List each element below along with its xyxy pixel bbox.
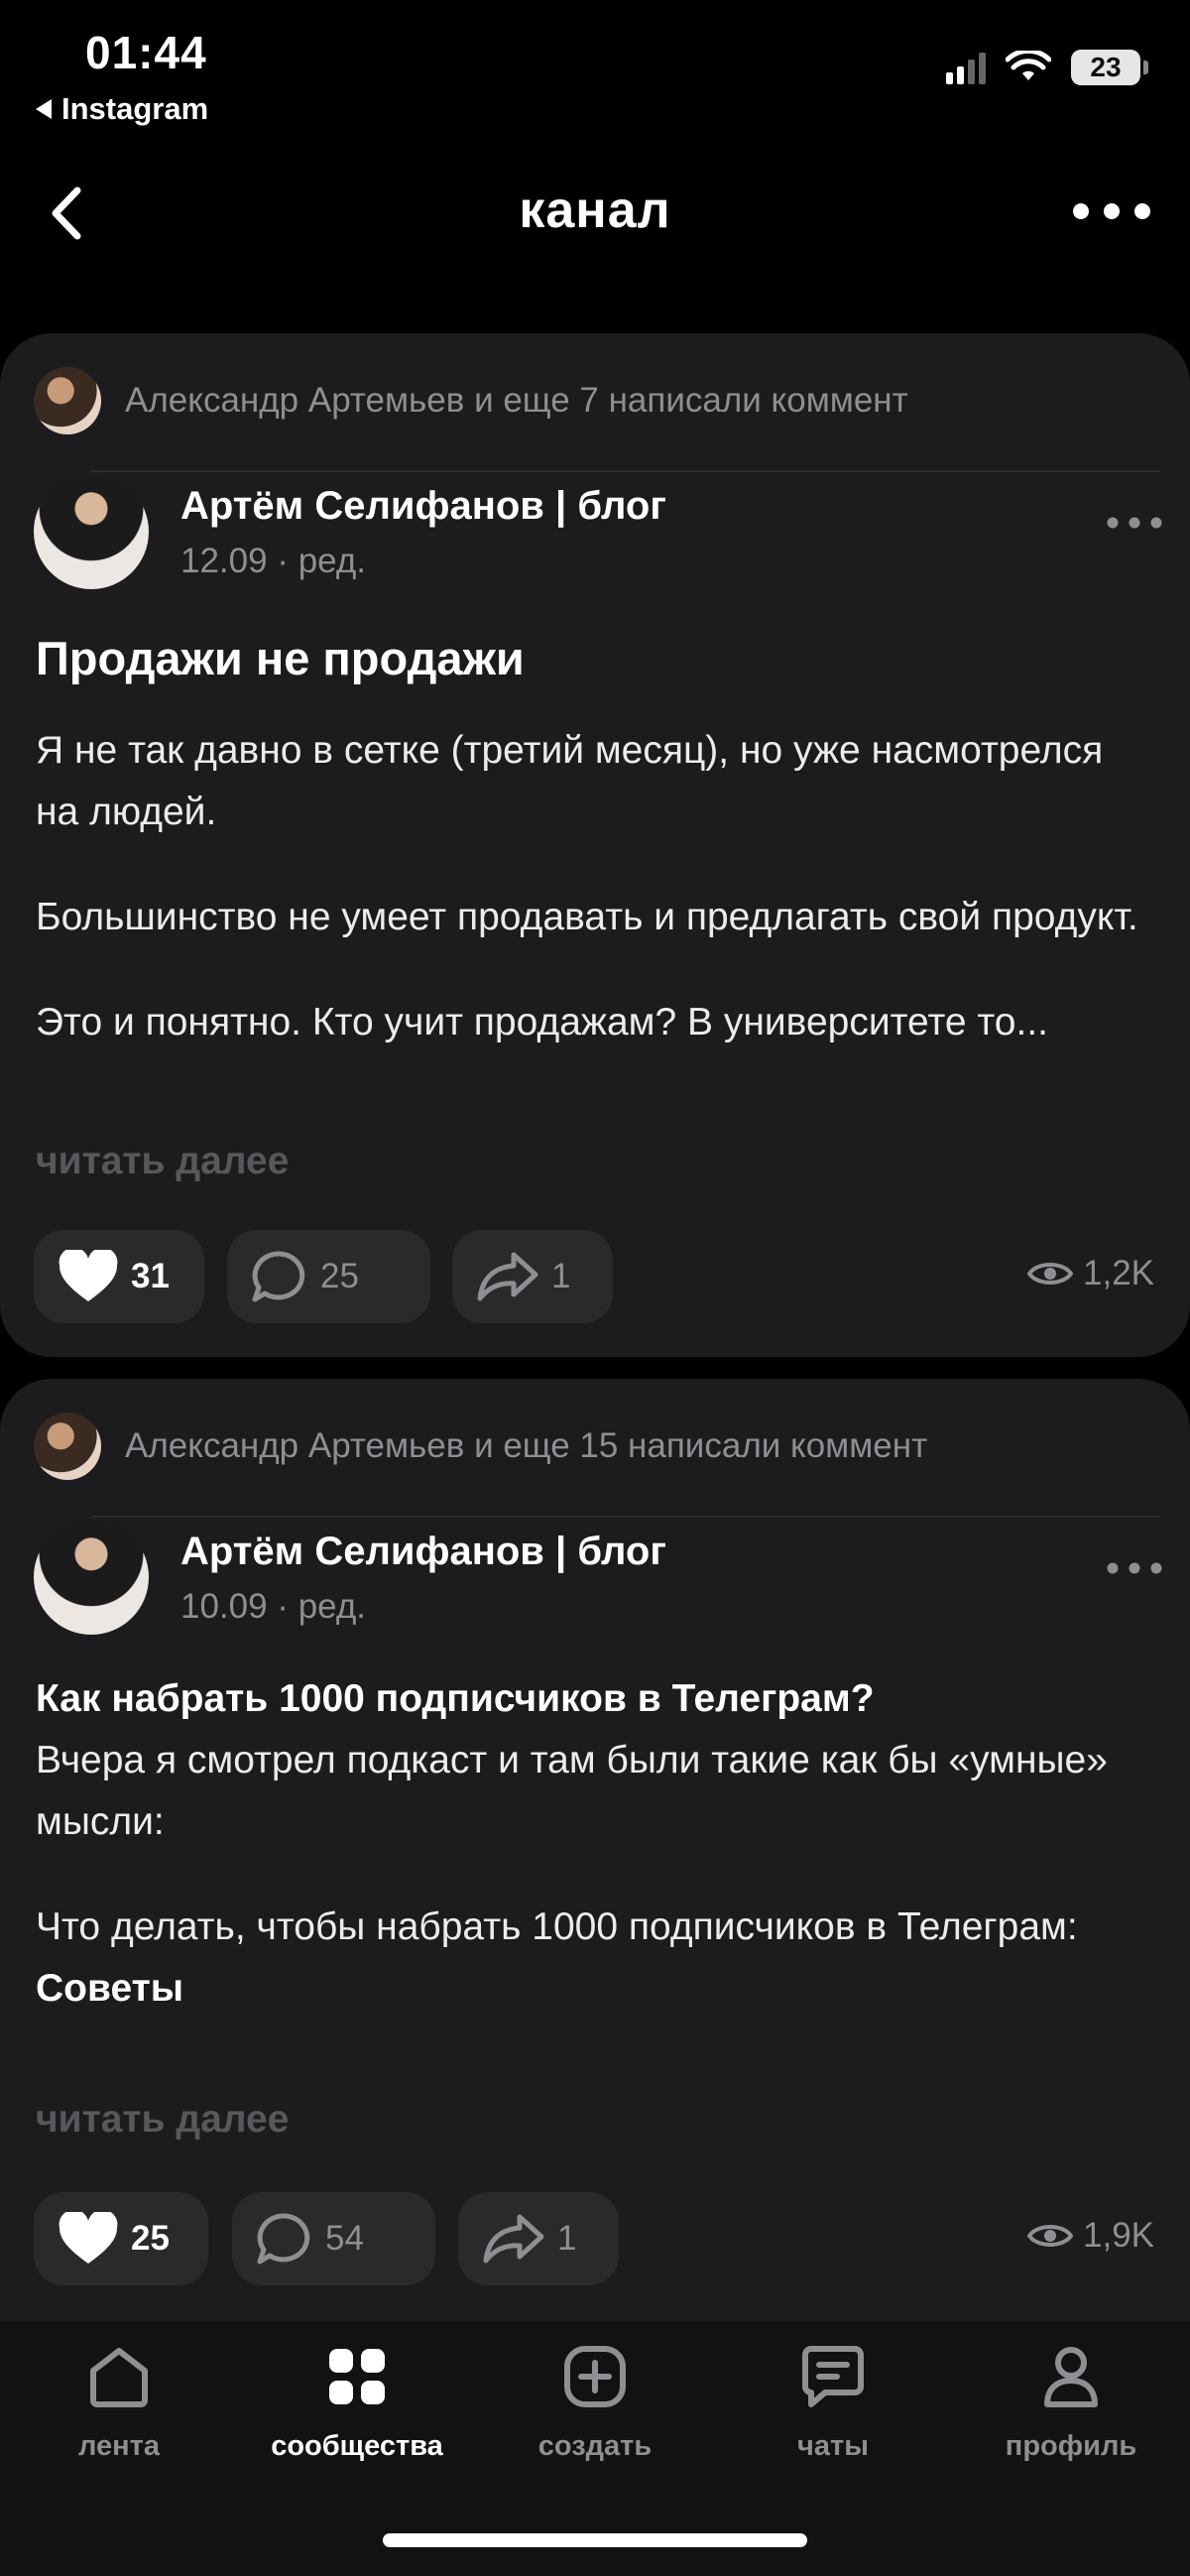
comment-count: 54 [325, 2219, 364, 2258]
share-icon [477, 1252, 538, 1301]
read-more-link[interactable]: читать далее [36, 1140, 289, 1183]
like-button[interactable]: 25 [34, 2192, 208, 2285]
post-bold-line: Как набрать 1000 подписчиков в Телеграм? [36, 1668, 1146, 1730]
share-icon [483, 2214, 544, 2264]
heart-icon [59, 1250, 118, 1301]
chat-icon [802, 2346, 864, 2407]
post-activity[interactable]: Александр Артемьев и еще 15 написали ком… [34, 1409, 927, 1484]
back-to-app-link[interactable]: Instagram [36, 91, 208, 127]
post-heading: Как набрать 1000 подписчиков в Телеграм? [36, 1677, 875, 1720]
post-subheading: Советы [36, 1967, 184, 2010]
post-actions: 31 25 1 1,2K [34, 1230, 1154, 1323]
comment-icon [252, 1251, 305, 1302]
post-card[interactable]: Александр Артемьев и еще 7 написали комм… [0, 333, 1190, 1357]
post-bold-line: Советы [36, 1958, 1146, 2020]
wifi-icon [1006, 51, 1051, 80]
post-author[interactable]: Артём Селифанов | блог 12.09 · ред. [34, 474, 1164, 593]
more-horizontal-icon[interactable] [1067, 186, 1156, 236]
nav-item-profile[interactable]: профиль [952, 2341, 1190, 2463]
share-count: 1 [551, 1257, 571, 1295]
like-button[interactable]: 31 [34, 1230, 204, 1323]
nav-label: профиль [1005, 2430, 1137, 2462]
plus-square-icon [564, 2346, 626, 2407]
views-counter: 1,2K [1027, 1254, 1154, 1293]
post-date: 10.09 · ред. [180, 1587, 366, 1626]
eye-icon [1027, 1263, 1073, 1285]
post-body: Я не так давно в сетке (третий месяц), н… [36, 720, 1146, 1053]
home-indicator[interactable] [383, 2533, 807, 2547]
status-bar: 01:44 Instagram 23 [0, 0, 1190, 139]
post-card[interactable]: Александр Артемьев и еще 15 написали ком… [0, 1379, 1190, 2396]
post-title: Продажи не продажи [36, 632, 525, 684]
share-button[interactable]: 1 [452, 1230, 613, 1323]
activity-text: Александр Артемьев и еще 7 написали комм… [125, 381, 908, 420]
nav-item-create[interactable]: создать [476, 2341, 714, 2463]
post-more-icon[interactable] [1105, 508, 1164, 538]
author-avatar[interactable] [34, 474, 149, 589]
nav-item-communities[interactable]: сообщества [238, 2341, 476, 2463]
author-name[interactable]: Артём Селифанов | блог [180, 484, 666, 529]
post-activity[interactable]: Александр Артемьев и еще 7 написали комм… [34, 363, 908, 438]
nav-label: лента [77, 2430, 160, 2462]
post-author[interactable]: Артём Селифанов | блог 10.09 · ред. [34, 1520, 1164, 1639]
eye-icon [1027, 2225, 1073, 2247]
nav-label: создать [537, 2430, 653, 2462]
post-paragraph: Вчера я смотрел подкаст и там были такие… [36, 1739, 1108, 1843]
views-count: 1,9K [1083, 2216, 1154, 2255]
views-counter: 1,9K [1027, 2216, 1154, 2256]
page-title: канал [519, 182, 671, 239]
post-paragraph: Что делать, чтобы набрать 1000 подписчик… [36, 1905, 1078, 1948]
status-time: 01:44 [85, 27, 207, 78]
author-avatar[interactable] [34, 1520, 149, 1635]
views-count: 1,2K [1083, 1254, 1154, 1292]
comment-button[interactable]: 25 [227, 1230, 430, 1323]
read-more-link[interactable]: читать далее [36, 2098, 289, 2142]
comment-button[interactable]: 54 [232, 2192, 435, 2285]
back-triangle-icon [36, 99, 52, 119]
post-paragraph: Большинство не умеет продавать и предлаг… [36, 896, 1138, 938]
like-count: 31 [131, 1257, 170, 1295]
comment-count: 25 [320, 1257, 359, 1295]
nav-label: чаты [797, 2430, 869, 2462]
post-actions: 25 54 1 1,9K [34, 2192, 1154, 2285]
profile-icon [1044, 2347, 1098, 2407]
battery-icon: 23 [1071, 50, 1148, 85]
comment-icon [257, 2213, 310, 2265]
activity-text: Александр Артемьев и еще 15 написали ком… [125, 1426, 928, 1465]
heart-icon [59, 2212, 118, 2264]
commenter-avatar [34, 367, 101, 434]
header: канал [0, 159, 1190, 268]
share-count: 1 [557, 2219, 577, 2258]
back-app-label: Instagram [61, 91, 209, 126]
home-icon [90, 2348, 148, 2407]
post-paragraph: Я не так давно в сетке (третий месяц), н… [36, 729, 1104, 833]
status-indicators: 23 [946, 50, 1148, 85]
signal-icon [946, 51, 986, 84]
nav-label: сообщества [271, 2430, 443, 2462]
share-button[interactable]: 1 [458, 2192, 619, 2285]
post-more-icon[interactable] [1105, 1553, 1164, 1583]
nav-item-feed[interactable]: лента [0, 2341, 238, 2463]
post-date: 12.09 · ред. [180, 542, 366, 580]
divider [91, 1516, 1160, 1518]
post-paragraph: Это и понятно. Кто учит продажам? В унив… [36, 1001, 1049, 1043]
divider [91, 470, 1160, 472]
nav-item-chats[interactable]: чаты [714, 2341, 952, 2463]
commenter-avatar [34, 1412, 101, 1480]
post-body: Как набрать 1000 подписчиков в Телеграм?… [36, 1668, 1146, 2020]
author-name[interactable]: Артём Селифанов | блог [180, 1530, 666, 1574]
grid-icon [329, 2349, 385, 2404]
like-count: 25 [131, 2219, 170, 2258]
